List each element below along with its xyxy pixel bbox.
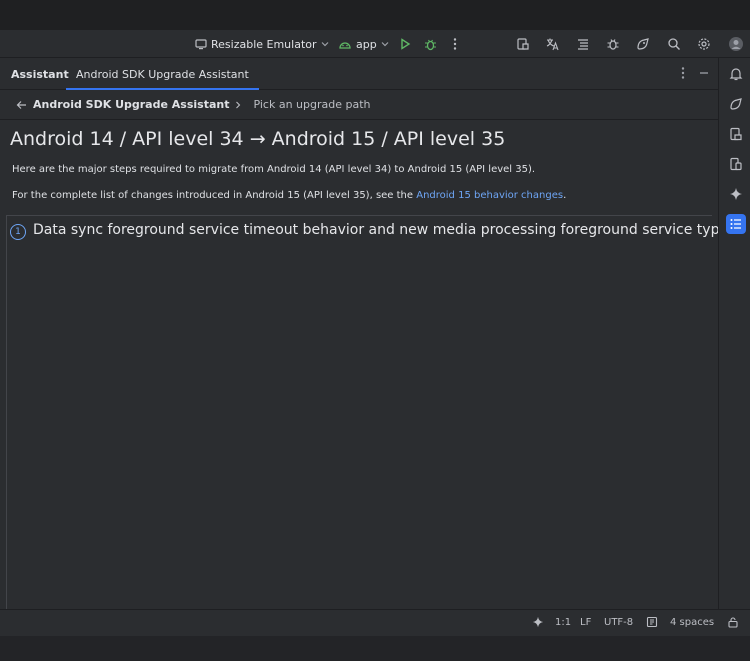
gemini-icon — [729, 97, 743, 111]
tool-window-title: Assistant — [11, 68, 69, 81]
debug-button[interactable] — [424, 34, 437, 54]
arrow-left-icon[interactable] — [16, 100, 27, 110]
run-button[interactable] — [399, 34, 411, 54]
bug-outline-icon — [606, 37, 620, 51]
settings-button[interactable] — [697, 34, 711, 54]
avatar-icon — [728, 36, 744, 52]
ai-sparkle-button[interactable] — [726, 184, 746, 204]
options-button[interactable] — [680, 66, 686, 84]
page-title: Android 14 / API level 34 → Android 15 /… — [10, 128, 506, 150]
chevron-down-icon — [321, 40, 329, 48]
top-strip — [0, 0, 750, 30]
line-separator[interactable]: LF — [580, 617, 591, 628]
bottom-strip — [0, 636, 750, 661]
step-title: Data sync foreground service timeout beh… — [33, 222, 718, 238]
run-config-selector[interactable]: app — [338, 34, 389, 54]
divider — [0, 119, 718, 120]
gemini-button[interactable] — [636, 34, 650, 54]
device-manager-panel-button[interactable] — [726, 124, 746, 144]
gemini-panel-button[interactable] — [726, 94, 746, 114]
bug-icon — [424, 38, 437, 51]
gemini-icon — [636, 37, 650, 51]
run-config-label: app — [356, 37, 377, 51]
device-selector[interactable]: Resizable Emulator — [195, 34, 329, 54]
changes-suffix: . — [563, 190, 567, 201]
step-number-badge: 1 — [10, 224, 26, 240]
sparkle-icon — [729, 187, 743, 201]
readonly-toggle-icon[interactable] — [646, 616, 658, 628]
breadcrumb: Android SDK Upgrade Assistant Pick an up… — [16, 98, 371, 111]
intro-text: Here are the major steps required to mig… — [12, 164, 536, 175]
caret-position[interactable]: 1:1 — [555, 617, 571, 628]
main-toolbar: Resizable Emulator app — [0, 30, 750, 58]
more-actions-button[interactable] — [452, 34, 458, 54]
hide-button[interactable] — [699, 66, 709, 84]
app-inspection-button[interactable] — [606, 34, 620, 54]
chevron-right-icon — [235, 101, 241, 109]
list-icon — [729, 217, 743, 231]
device-manager-icon — [729, 127, 743, 141]
status-bar: 1:1 LF UTF-8 4 spaces — [0, 609, 750, 636]
running-devices-icon — [729, 157, 743, 171]
search-button[interactable] — [667, 34, 681, 54]
bell-icon — [729, 67, 743, 81]
minus-icon — [699, 66, 709, 80]
translate-icon — [545, 37, 559, 51]
play-icon — [399, 38, 411, 50]
assistant-panel: Android SDK Upgrade Assistant Pick an up… — [0, 91, 718, 609]
more-vertical-icon — [680, 66, 686, 80]
device-icon — [195, 38, 207, 50]
device-manager-button[interactable] — [516, 34, 530, 54]
breadcrumb-back-link[interactable]: Android SDK Upgrade Assistant — [33, 98, 229, 111]
more-vertical-icon — [452, 37, 458, 51]
structure-button[interactable] — [576, 34, 590, 54]
assistant-panel-button[interactable] — [726, 214, 746, 234]
search-icon — [667, 37, 681, 51]
android-icon — [338, 38, 352, 50]
tool-window-header: Assistant Android SDK Upgrade Assistant — [0, 58, 718, 90]
changes-text: For the complete list of changes introdu… — [12, 190, 566, 201]
lock-icon[interactable] — [727, 616, 739, 628]
notifications-button[interactable] — [726, 64, 746, 84]
tab-sdk-upgrade-assistant[interactable]: Android SDK Upgrade Assistant — [66, 58, 259, 90]
running-devices-button[interactable] — [726, 154, 746, 174]
device-manager-icon — [516, 37, 530, 51]
translate-button[interactable] — [545, 34, 559, 54]
behavior-changes-link[interactable]: Android 15 behavior changes — [416, 190, 563, 201]
gear-icon — [697, 37, 711, 51]
file-encoding[interactable]: UTF-8 — [604, 617, 633, 628]
right-tool-strip — [718, 58, 750, 609]
chevron-down-icon — [381, 40, 389, 48]
structure-icon — [576, 37, 590, 51]
profile-button[interactable] — [728, 34, 744, 54]
device-label: Resizable Emulator — [211, 37, 317, 51]
indent-setting[interactable]: 4 spaces — [670, 617, 714, 628]
ai-status-icon[interactable] — [532, 616, 544, 628]
step-box — [6, 215, 712, 609]
breadcrumb-current: Pick an upgrade path — [253, 98, 371, 111]
changes-prefix: For the complete list of changes introdu… — [12, 190, 417, 201]
